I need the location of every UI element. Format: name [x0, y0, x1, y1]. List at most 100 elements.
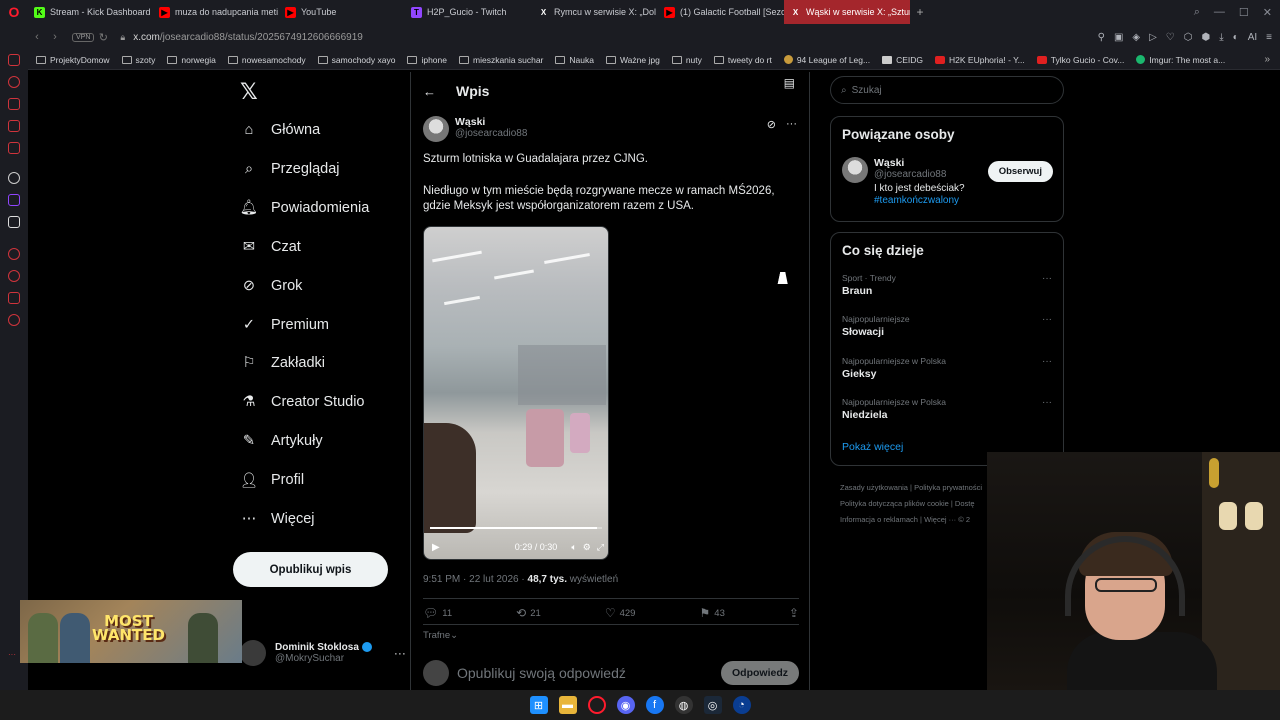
bookmark-item[interactable]: CEIDG [882, 55, 923, 65]
play-icon[interactable]: ▷ [1149, 32, 1157, 43]
discord-icon[interactable]: ◉ [616, 696, 635, 714]
nav-item-10[interactable]: 👤︎ Profil [240, 465, 304, 495]
tweet-author[interactable]: Wąski @josearcadio88 [423, 116, 527, 142]
volume-icon[interactable]: 🔈︎ [571, 542, 576, 553]
bookmark-item[interactable]: nowesamochody [227, 55, 306, 65]
nav-item-6[interactable]: ✓ Premium [240, 310, 329, 340]
nav-item-11[interactable]: ⋯ Więcej [240, 504, 315, 534]
extensions-icon[interactable]: ⬡ [1184, 32, 1193, 43]
tab[interactable]: X Rymcu w serwisie X: „Dol [532, 0, 658, 24]
messenger-icon[interactable] [8, 120, 20, 132]
pin-icon[interactable]: ⚲ [1098, 32, 1105, 43]
app-icon[interactable]: ◔ [732, 696, 751, 714]
x-logo-icon[interactable]: 𝕏 [240, 80, 258, 105]
back-arrow-icon[interactable]: ← [423, 84, 436, 99]
tab[interactable]: T H2P_Gucio - Twitch [405, 0, 532, 24]
file-explorer-icon[interactable]: ▬ [558, 696, 577, 714]
bookmark-item[interactable]: ProjektyDomow [36, 55, 110, 65]
show-more-link[interactable]: Pokaż więcej [842, 441, 903, 453]
like-button[interactable]: ♡ 429 [605, 606, 636, 620]
ai-icon[interactable]: AI [1248, 32, 1257, 43]
nav-item-2[interactable]: ⌕ Przeglądaj [240, 154, 340, 184]
footer-line[interactable]: Polityka dotycząca plików cookie | Dostę [840, 496, 1000, 512]
grok-icon[interactable]: ⊘ [767, 118, 776, 131]
nav-item-5[interactable]: ⊘ Grok [240, 271, 303, 301]
footer-line[interactable]: Informacja o reklamach | Więcej ··· © 2 [840, 512, 1000, 528]
maximize-icon[interactable]: ☐ [1239, 6, 1249, 19]
chrome-icon[interactable]: ◍ [674, 696, 693, 714]
more-dots-icon[interactable]: ··· [1042, 273, 1052, 284]
settings-icon[interactable]: ⚙ [583, 542, 591, 553]
avatar[interactable] [423, 116, 449, 142]
shield-icon[interactable]: ◈ [1132, 32, 1140, 43]
bookmark-item[interactable]: H2K EUphoria! - Y... [935, 55, 1025, 65]
bookmark-item[interactable]: Tylko Gucio - Cov... [1036, 55, 1124, 65]
twitch-icon[interactable] [8, 194, 20, 206]
lock-icon[interactable]: 🔒︎ [120, 32, 125, 43]
more-dots-icon[interactable]: ··· [394, 646, 406, 660]
player-icon[interactable] [8, 248, 20, 260]
reply-submit-button[interactable]: Odpowiedz [721, 661, 799, 685]
more-dots-icon[interactable]: ··· [1042, 397, 1052, 408]
bookmark-item[interactable]: norwegia [167, 55, 216, 65]
vpn-badge[interactable]: VPN [72, 32, 95, 42]
more-dots-icon[interactable]: ··· [1042, 314, 1052, 325]
tab[interactable]: ▶ muza do nadupcania meti [153, 0, 279, 24]
account-switcher[interactable]: Dominik Stoklosa @MokrySuchar ··· [240, 640, 406, 666]
more-dots-icon[interactable]: ··· [786, 118, 797, 131]
bookmark-item[interactable]: Imgur: The most a... [1136, 55, 1225, 65]
close-icon[interactable]: ✕ [1263, 6, 1272, 19]
tweet-timestamp[interactable]: 9:51 PM · 22 lut 2026 · [423, 574, 528, 585]
bookmark-item[interactable]: nuty [671, 55, 702, 65]
extensions-icon[interactable] [8, 292, 20, 304]
repost-button[interactable]: ⟲ 21 [516, 606, 541, 620]
history-icon[interactable] [8, 76, 20, 88]
search-icon[interactable]: ⌕ [1194, 6, 1200, 19]
snapshot-icon[interactable] [8, 98, 20, 110]
heart-icon[interactable]: ♡ [1166, 32, 1175, 43]
author-handle[interactable]: @josearcadio88 [455, 128, 527, 139]
bookmark-item[interactable]: Nauka [555, 55, 594, 65]
windows-start-icon[interactable]: ⊞ [529, 696, 548, 714]
related-name[interactable]: Wąski [874, 157, 965, 169]
nav-item-9[interactable]: ✎ Artykuły [240, 426, 323, 456]
tab[interactable]: ▶ (1) Galactic Football [Sezo [658, 0, 784, 24]
play-icon[interactable]: ▶ [432, 542, 440, 553]
sort-replies-dropdown[interactable]: Trafne⌄ [423, 630, 458, 641]
tab[interactable]: K Stream - Kick Dashboard [28, 0, 153, 24]
snapshot-icon[interactable]: ▣ [1114, 32, 1123, 43]
author-name[interactable]: Wąski [455, 116, 527, 128]
steam-icon[interactable]: ◎ [703, 696, 722, 714]
avatar[interactable] [842, 157, 868, 183]
reply-input[interactable]: Opublikuj swoją odpowiedź [457, 665, 626, 681]
bookmark-item[interactable]: szoty [121, 55, 155, 65]
nav-item-3[interactable]: 🔔︎ Powiadomienia [240, 193, 370, 223]
follow-button[interactable]: Obserwuj [987, 161, 1053, 182]
tweet-video[interactable]: ▶ 0:29 / 0:30 🔈︎ ⚙ ⤢ [423, 226, 609, 560]
chatgpt-icon[interactable] [8, 172, 20, 184]
gmail-icon[interactable] [8, 142, 20, 154]
reader-mode-icon[interactable]: ▤ [784, 76, 795, 90]
sidebar-more-icon[interactable]: ··· [8, 650, 20, 662]
mail-icon[interactable] [8, 54, 20, 66]
bookmark-item[interactable]: samochody xayo [317, 55, 395, 65]
camera-icon[interactable]: ◐ [1233, 32, 1239, 43]
bookmark-item[interactable]: tweety do rt [713, 55, 772, 65]
url-field[interactable]: x.com/josearcadio88/status/2025674912606… [133, 32, 363, 43]
nav-item-1[interactable]: ⌂ Główna [240, 115, 321, 145]
trend-item[interactable]: Najpopularniejsze w Polska Gieksy ··· [842, 356, 1054, 380]
video-progress-bar[interactable] [430, 527, 602, 529]
menu-icon[interactable]: ≡ [1266, 32, 1272, 43]
facebook-icon[interactable]: f [645, 696, 664, 714]
trend-item[interactable]: Najpopularniejsze Słowacji ··· [842, 314, 1054, 338]
more-dots-icon[interactable]: ··· [1042, 356, 1052, 367]
forward-icon[interactable]: › [46, 31, 64, 43]
new-tab-button[interactable]: + [910, 5, 930, 19]
footer-line[interactable]: Zasady użytkowania | Polityka prywatnośc… [840, 480, 1000, 496]
search-input[interactable]: ⌕ Szukaj [830, 76, 1064, 104]
bookmark-button[interactable]: ⚑ 43 [700, 606, 725, 620]
hashtag-link[interactable]: #teamkończwalony [874, 195, 965, 206]
trend-item[interactable]: Najpopularniejsze w Polska Niedziela ··· [842, 397, 1054, 421]
bookmark-item[interactable]: 94 League of Leg... [783, 55, 870, 65]
share-button[interactable]: ⇪ [789, 606, 799, 620]
